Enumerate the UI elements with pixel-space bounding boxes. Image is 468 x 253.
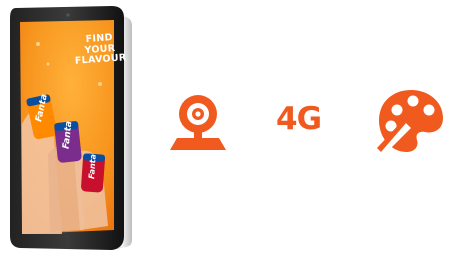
product-feature-banner: FIND YOUR FLAVOUR Fanta Fanta Fanta 4G xyxy=(0,0,468,253)
tablet-device: FIND YOUR FLAVOUR Fanta Fanta Fanta xyxy=(8,4,134,250)
brand-label-can-3: Fanta xyxy=(87,153,98,180)
ad-headline: FIND YOUR FLAVOUR xyxy=(69,32,131,68)
webcam-icon xyxy=(168,93,228,151)
palette-icon xyxy=(375,86,445,156)
network-4g-label: 4G xyxy=(276,101,322,137)
